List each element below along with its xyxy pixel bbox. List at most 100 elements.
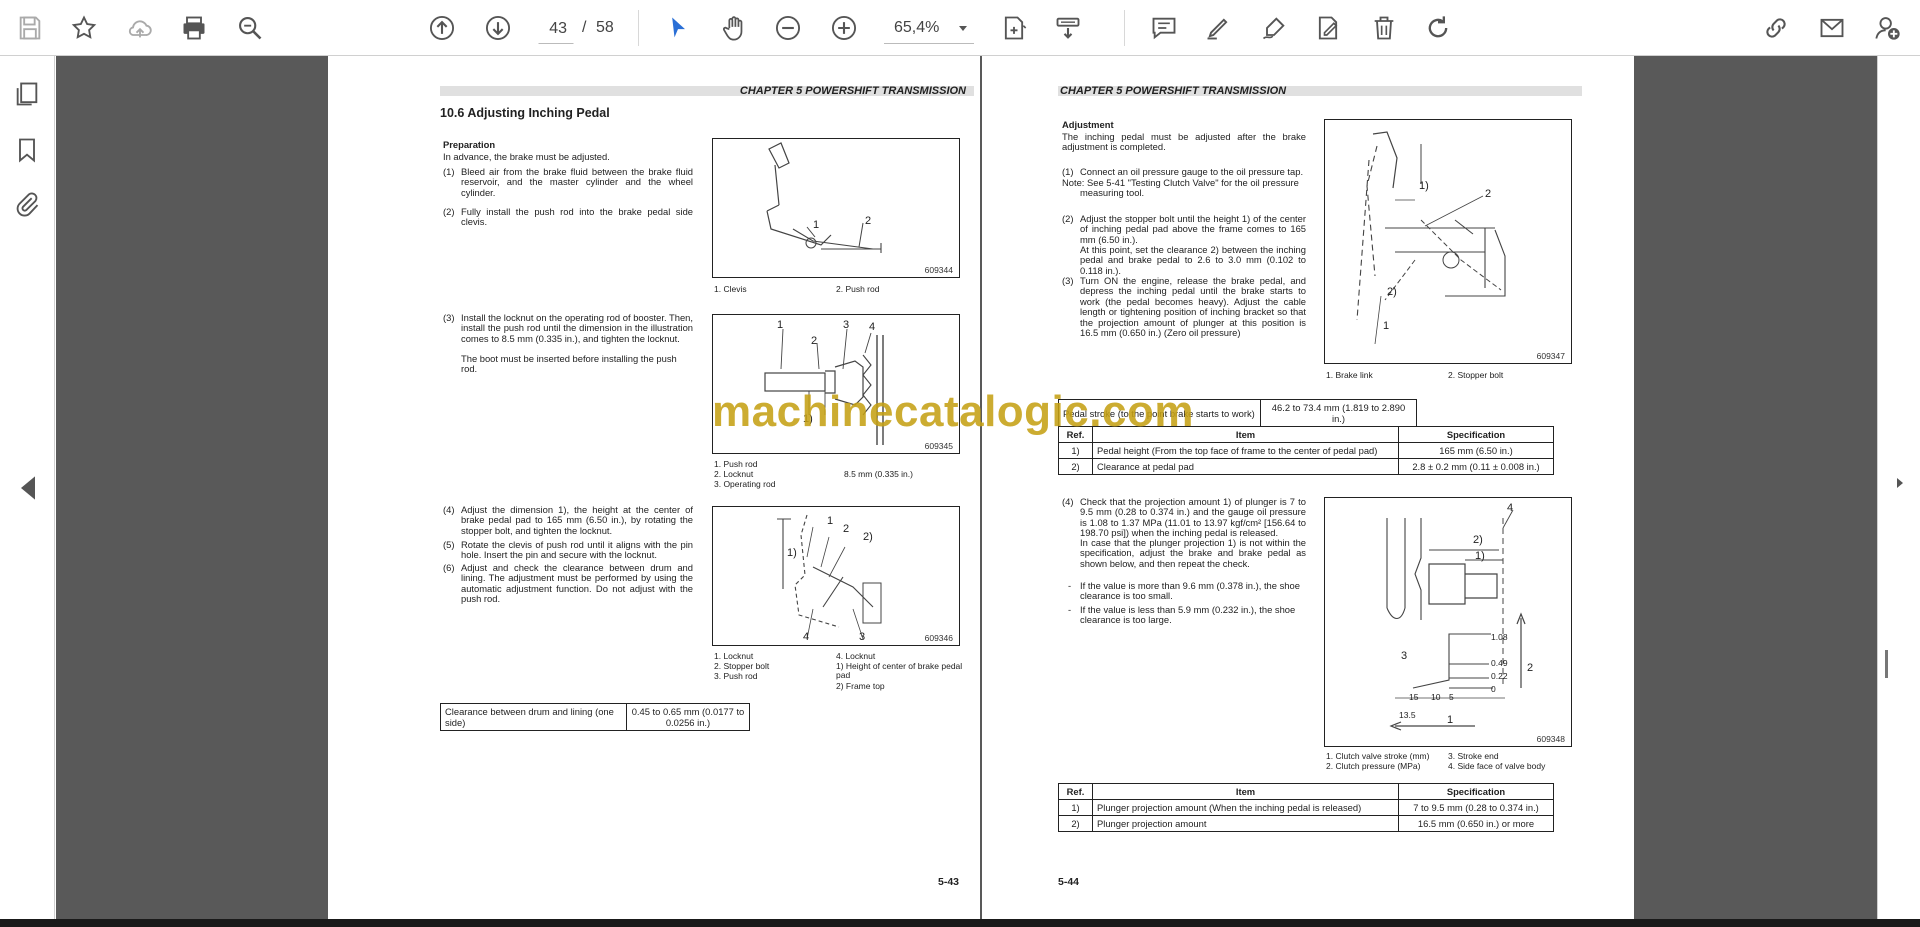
figure-caption: 3. Operating rod [714, 479, 776, 489]
figure-caption: 2. Stopper bolt [1448, 370, 1504, 380]
figure-caption: 2. Clutch pressure (MPa) [1326, 761, 1421, 771]
fill-sign-icon[interactable] [1310, 10, 1346, 46]
figure-label: 13.5 [1399, 710, 1416, 720]
figure-label: 2) [1387, 286, 1397, 298]
delete-trash-icon[interactable] [1366, 10, 1402, 46]
page-separator: / [582, 19, 587, 36]
table-cell: 1) [1058, 442, 1093, 459]
page-number-input[interactable]: 43 [538, 12, 574, 44]
figure-number: 609347 [1536, 351, 1565, 361]
step-number: (3) [443, 312, 455, 323]
step-text: Adjust and check the clearance between d… [461, 562, 693, 605]
bookmark-star-icon[interactable] [66, 10, 102, 46]
step-text: Connect an oil pressure gauge to the oil… [1080, 166, 1304, 177]
expand-right-panel-icon[interactable] [1894, 476, 1906, 488]
draw-signature-icon[interactable] [1256, 10, 1292, 46]
figure-label: 2 [865, 215, 872, 227]
table-cell: 2) [1058, 815, 1093, 832]
zoom-in-icon[interactable] [826, 10, 862, 46]
figure-label: 0 [1491, 684, 1496, 694]
preparation-text: In advance, the brake must be adjusted. [443, 151, 610, 162]
left-rail [0, 56, 55, 920]
figure-label: 1 [1447, 714, 1454, 726]
bookmarks-icon[interactable] [9, 132, 45, 168]
step-number: (4) [443, 504, 455, 515]
link-edit-icon[interactable] [1758, 10, 1794, 46]
table-cell: 1) [1058, 799, 1093, 816]
select-cursor-icon[interactable] [660, 10, 696, 46]
table-cell: Pedal height (From the top face of frame… [1092, 442, 1399, 459]
figure-caption: 3. Push rod [714, 671, 758, 681]
figure-number: 609348 [1536, 734, 1565, 744]
collapse-left-panel-icon[interactable] [10, 470, 46, 506]
figure-label: 0.22 [1491, 671, 1508, 681]
scroll-mode-icon[interactable] [1050, 10, 1086, 46]
figure-caption: 3. Stroke end [1448, 751, 1499, 761]
print-icon[interactable] [176, 10, 212, 46]
add-user-icon[interactable] [1870, 10, 1906, 46]
step-text: Install the locknut on the operating rod… [461, 312, 693, 344]
page-total: 58 [596, 19, 614, 36]
figure-number: 609345 [924, 441, 953, 451]
email-envelope-icon[interactable] [1814, 10, 1850, 46]
table-cell: 2.8 ± 0.2 mm (0.11 ± 0.008 in.) [1398, 458, 1554, 475]
table-cell: 46.2 to 73.4 mm (1.819 to 2.890 in.) [1260, 399, 1417, 427]
figure-caption: 2. Stopper bolt [714, 661, 770, 671]
figure-caption: pad [836, 670, 851, 680]
table-cell: 7 to 9.5 mm (0.28 to 0.374 in.) [1398, 799, 1554, 816]
previous-page-icon[interactable] [424, 10, 460, 46]
figure-609344: 1 2 609344 [712, 138, 960, 278]
figure-label: 2 [843, 523, 850, 535]
next-page-icon[interactable] [480, 10, 516, 46]
zoom-dropdown-icon[interactable] [952, 12, 974, 44]
bullet-dash: - [1068, 604, 1072, 615]
figure-number: 609344 [924, 265, 953, 275]
step-number: (3) [1062, 275, 1074, 286]
step-text: At this point, set the clearance 2) betw… [1080, 244, 1306, 276]
step-text: Check that the projection amount 1) of p… [1080, 496, 1306, 539]
step-text: Turn ON the engine, release the brake pe… [1080, 275, 1306, 339]
figure-label: 2 [811, 335, 818, 347]
comment-icon[interactable] [1146, 10, 1182, 46]
page-fit-icon[interactable] [996, 10, 1032, 46]
step-number: (4) [1062, 496, 1074, 507]
save-icon[interactable] [12, 10, 48, 46]
table-row: 1) Plunger projection amount (When the i… [1058, 799, 1554, 816]
figure-label: 5 [1449, 692, 1454, 702]
figure-label: 1) [787, 547, 797, 559]
figure-caption: 1. Clutch valve stroke (mm) [1326, 751, 1430, 761]
zoom-search-icon[interactable] [232, 10, 268, 46]
step-number: (2) [443, 206, 455, 217]
bullet-text: If the value is more than 9.6 mm (0.378 … [1080, 580, 1300, 602]
attachments-paperclip-icon[interactable] [9, 186, 45, 222]
figure-609346: 1 2 2) 1) 4 3 609346 [712, 506, 960, 646]
figure-caption: 1. Push rod [714, 459, 758, 469]
table-row: 2) Clearance at pedal pad 2.8 ± 0.2 mm (… [1058, 458, 1554, 475]
table-header: Specification [1398, 783, 1554, 800]
cloud-upload-icon[interactable] [122, 10, 158, 46]
table-header: Item [1092, 783, 1399, 800]
figure-label: 1 [777, 319, 784, 331]
pdf-page-44: CHAPTER 5 POWERSHIFT TRANSMISSION Adjust… [982, 56, 1634, 920]
page-thumbnails-icon[interactable] [9, 76, 45, 112]
figure-caption: 1. Brake link [1326, 370, 1373, 380]
page-footer: 5-43 [938, 876, 960, 888]
figure-caption: 4. Side face of valve body [1448, 761, 1546, 771]
step-text: Rotate the clevis of push rod until it a… [461, 539, 693, 561]
table-row: 1) Pedal height (From the top face of fr… [1058, 442, 1554, 459]
zoom-out-icon[interactable] [770, 10, 806, 46]
figure-label: 1) [1419, 180, 1429, 192]
vertical-scrollbar[interactable] [1885, 650, 1888, 678]
figure-caption: 8.5 mm (0.335 in.) [844, 469, 913, 479]
highlight-pen-icon[interactable] [1200, 10, 1236, 46]
pdf-page-43: CHAPTER 5 POWERSHIFT TRANSMISSION 10.6 A… [328, 56, 980, 920]
preparation-heading: Preparation [443, 139, 496, 150]
step-number: (1) [443, 166, 455, 177]
hand-pan-icon[interactable] [716, 10, 752, 46]
table-cell: 2) [1058, 458, 1093, 475]
redo-rotate-icon[interactable] [1420, 10, 1456, 46]
figure-609347: 1) 2 2) 1 609347 [1324, 119, 1572, 364]
figure-label: 4 [1507, 502, 1514, 514]
step-number: (1) [1062, 166, 1074, 177]
clearance-table: Clearance between drum and lining (one s… [440, 703, 750, 731]
